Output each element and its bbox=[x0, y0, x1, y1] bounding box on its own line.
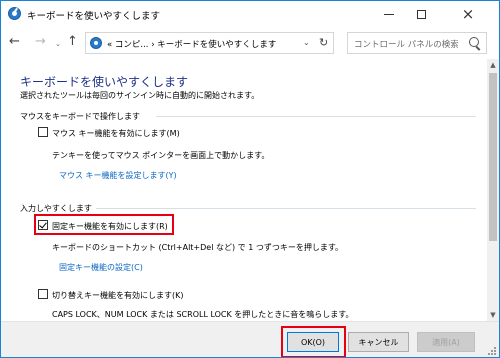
minimize-icon bbox=[384, 13, 394, 15]
forward-arrow-icon[interactable]: → bbox=[35, 35, 46, 49]
scroll-up-icon[interactable]: ▲ bbox=[487, 59, 499, 71]
mouse-keys-description: テンキーを使ってマウス ポインターを画面上で動かします。 bbox=[52, 151, 270, 160]
apply-button: 適用(A) bbox=[417, 332, 475, 352]
section-divider bbox=[96, 208, 476, 209]
scrollbar-thumb[interactable] bbox=[489, 73, 497, 241]
content-pane: キーボードを使いやすくします 選択されたツールは毎回のサインイン時に自動的に開始… bbox=[1, 59, 487, 321]
address-breadcrumb[interactable]: « コンピ... › キーボードを使いやすくします bbox=[107, 38, 276, 50]
page-title: キーボードを使いやすくします bbox=[20, 75, 189, 89]
section-divider bbox=[156, 116, 476, 117]
app-window: キーボードを使いやすくします × ← → ⌄ ↑ « コンピ... › キーボー… bbox=[0, 0, 500, 358]
mouse-keys-settings-link[interactable]: マウス キー機能を設定します(Y) bbox=[59, 170, 177, 181]
ease-of-access-icon bbox=[8, 7, 21, 20]
maximize-button[interactable] bbox=[405, 1, 437, 27]
address-bar[interactable]: « コンピ... › キーボードを使いやすくします ⌄ ↻ bbox=[85, 32, 334, 54]
address-dropdown-icon[interactable]: ⌄ bbox=[303, 38, 310, 47]
scroll-down-icon[interactable]: ▼ bbox=[487, 309, 499, 321]
back-arrow-icon[interactable]: ← bbox=[9, 35, 20, 49]
cancel-button[interactable]: キャンセル bbox=[348, 332, 409, 352]
search-box[interactable]: コントロール パネルの検索 bbox=[347, 32, 487, 54]
close-button[interactable]: × bbox=[437, 1, 499, 27]
recent-locations-chevron-icon[interactable]: ⌄ bbox=[55, 37, 61, 51]
navigation-bar: ← → ⌄ ↑ « コンピ... › キーボードを使いやすくします ⌄ ↻ コン… bbox=[1, 27, 499, 59]
toggle-keys-checkbox[interactable] bbox=[38, 289, 48, 299]
sticky-keys-description: キーボードのショートカット (Ctrl+Alt+Del など) で 1 つずつキ… bbox=[52, 243, 344, 252]
sticky-keys-highlight-box bbox=[34, 214, 174, 235]
title-bar[interactable]: キーボードを使いやすくします × bbox=[1, 1, 499, 27]
search-placeholder[interactable]: コントロール パネルの検索 bbox=[354, 38, 459, 50]
up-arrow-icon[interactable]: ↑ bbox=[67, 35, 78, 49]
toggle-keys-description: CAPS LOCK、NUM LOCK または SCROLL LOCK を押したと… bbox=[52, 310, 354, 319]
mouse-keys-label[interactable]: マウス キー機能を有効にします(M) bbox=[52, 128, 180, 139]
control-panel-icon bbox=[90, 37, 102, 49]
sticky-keys-settings-link[interactable]: 固定キー機能の設定(C) bbox=[59, 262, 143, 273]
close-icon: × bbox=[461, 4, 475, 23]
mouse-keys-checkbox[interactable] bbox=[38, 127, 48, 137]
page-description: 選択されたツールは毎回のサインイン時に自動的に開始されます。 bbox=[20, 91, 260, 100]
minimize-button[interactable] bbox=[373, 1, 405, 27]
window-title: キーボードを使いやすくします bbox=[27, 11, 161, 22]
toggle-keys-label[interactable]: 切り替えキー機能を有効にします(K) bbox=[52, 290, 184, 301]
search-icon[interactable] bbox=[469, 37, 479, 47]
ok-button-highlight-box bbox=[281, 326, 346, 357]
section-heading-typing: 入力しやすくします bbox=[20, 204, 92, 213]
section-heading-mouse: マウスをキーボードで操作します bbox=[20, 112, 140, 121]
refresh-icon[interactable]: ↻ bbox=[319, 36, 328, 49]
dialog-footer: OK(O) キャンセル 適用(A) bbox=[1, 321, 499, 357]
resize-grip-icon[interactable] bbox=[487, 346, 497, 356]
vertical-scrollbar[interactable]: ▲ ▼ bbox=[487, 59, 499, 321]
maximize-icon bbox=[416, 9, 426, 19]
